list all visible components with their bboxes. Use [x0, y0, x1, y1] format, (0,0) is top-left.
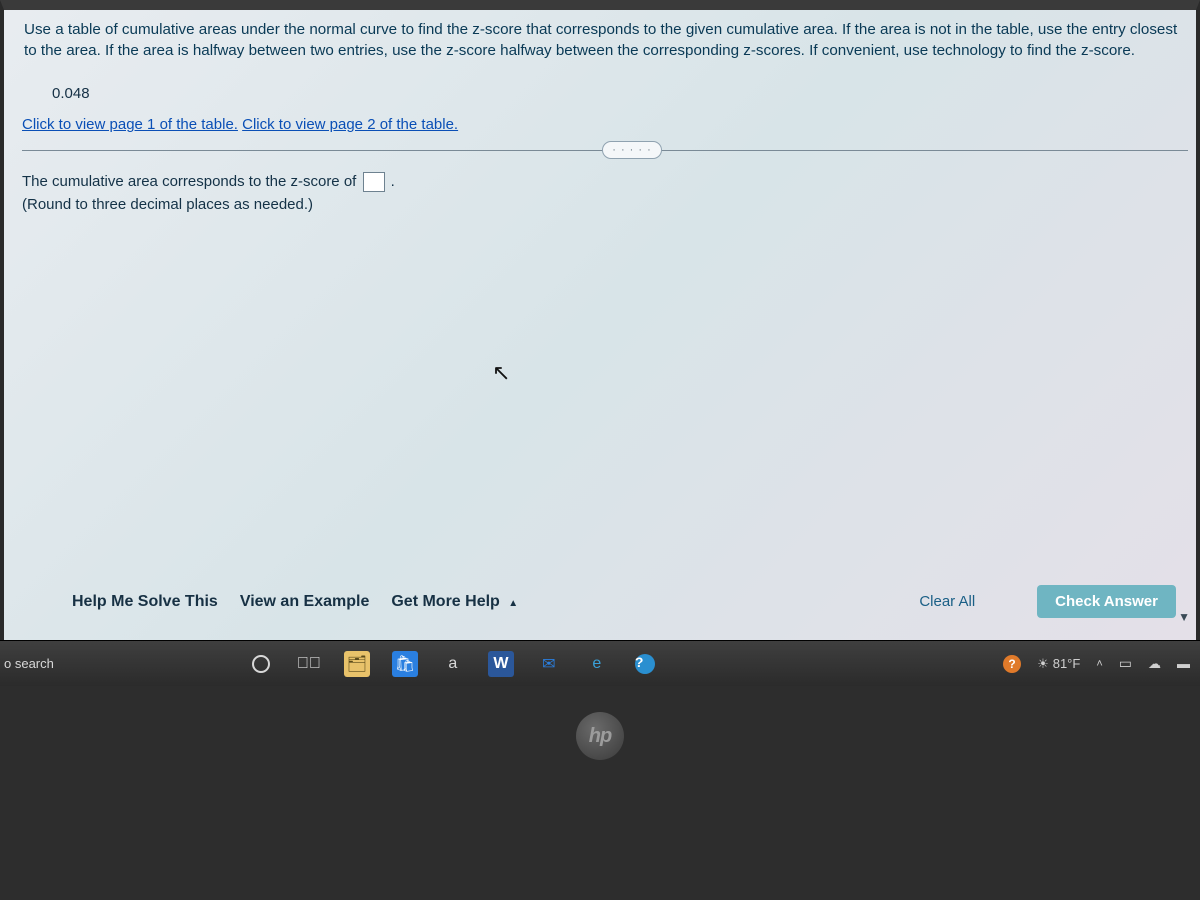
nav-chevron-left-icon[interactable]: ›: [0, 374, 2, 390]
question-card: Use a table of cumulative areas under th…: [22, 18, 1188, 216]
notifications-icon[interactable]: ▭: [1119, 655, 1132, 672]
caret-up-icon: ▲: [508, 598, 518, 609]
tray-overflow-caret-icon[interactable]: ˄: [1096, 658, 1102, 670]
microsoft-store-icon[interactable]: 🛍: [392, 651, 418, 677]
table-links-row: Click to view page 1 of the table. Click…: [22, 112, 1188, 139]
weather-sun-icon: ☀: [1037, 656, 1049, 672]
weather-widget[interactable]: ☀ 81°F: [1037, 656, 1080, 672]
collapse-toggle-pill[interactable]: · · · · ·: [602, 141, 662, 159]
tips-icon[interactable]: ?: [1003, 655, 1021, 673]
nav-chevron-left-icon[interactable]: ›: [0, 460, 2, 476]
windows-taskbar: o search ▭⃞ 🗂 🛍 a W ✉ e ? ? ☀ 81°F ˄ ▭ ☁…: [0, 640, 1200, 686]
answer-prompt-prefix: The cumulative area corresponds to the z…: [22, 173, 361, 190]
section-divider: · · · · ·: [22, 141, 1188, 161]
problem-text: Use a table of cumulative areas under th…: [22, 18, 1188, 67]
hp-logo-icon: hp: [576, 712, 624, 760]
help-me-solve-this-button[interactable]: Help Me Solve This: [72, 593, 218, 611]
answer-prompt-suffix: .: [391, 173, 395, 190]
scrollbar-down-icon[interactable]: ▼: [1178, 610, 1190, 624]
get-help-icon[interactable]: ?: [632, 651, 658, 677]
view-an-example-button[interactable]: View an Example: [240, 593, 370, 611]
app-screen: › › Use a table of cumulative areas unde…: [0, 0, 1200, 640]
get-more-help-button[interactable]: Get More Help ▲: [391, 593, 518, 611]
task-view-icon[interactable]: ▭⃞: [296, 651, 322, 677]
check-answer-button[interactable]: Check Answer: [1037, 585, 1176, 618]
cloud-icon[interactable]: ☁: [1148, 656, 1161, 672]
view-table-page-2-link[interactable]: Click to view page 2 of the table.: [242, 116, 458, 133]
word-icon[interactable]: W: [488, 651, 514, 677]
get-more-help-label: Get More Help: [391, 593, 499, 610]
taskbar-search-input[interactable]: o search: [4, 656, 54, 671]
file-explorer-icon[interactable]: 🗂: [344, 651, 370, 677]
battery-icon[interactable]: ▬: [1177, 656, 1190, 671]
view-table-page-1-link[interactable]: Click to view page 1 of the table.: [22, 116, 238, 133]
cortana-circle-icon[interactable]: [248, 651, 274, 677]
edge-browser-icon[interactable]: e: [584, 651, 610, 677]
taskbar-system-tray: ? ☀ 81°F ˄ ▭ ☁ ▬: [1003, 655, 1190, 673]
clear-all-button[interactable]: Clear All: [919, 593, 975, 610]
answer-area: The cumulative area corresponds to the z…: [22, 161, 1188, 216]
mail-icon[interactable]: ✉: [536, 651, 562, 677]
app-a-icon[interactable]: a: [440, 651, 466, 677]
question-footer-bar: Help Me Solve This View an Example Get M…: [22, 575, 1188, 628]
weather-temperature: 81°F: [1053, 656, 1081, 671]
z-score-input[interactable]: [363, 172, 385, 192]
rounding-hint: (Round to three decimal places as needed…: [22, 194, 1188, 217]
mouse-cursor-icon: ↖︎: [492, 360, 510, 386]
laptop-bezel: hp: [0, 686, 1200, 900]
given-area-value: 0.048: [22, 67, 1188, 112]
